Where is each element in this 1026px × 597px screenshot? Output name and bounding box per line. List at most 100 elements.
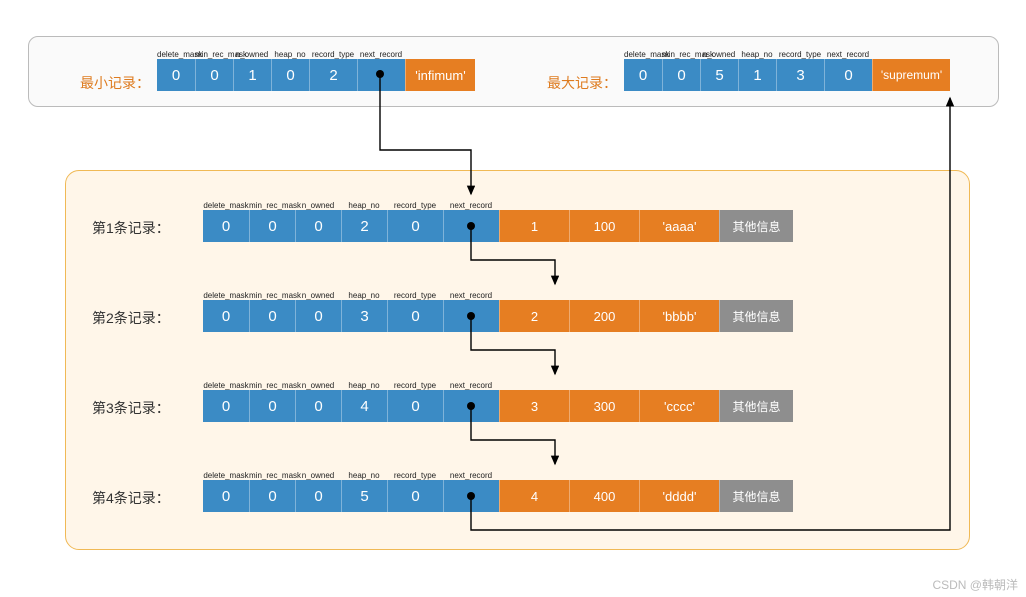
row4-hdr-2: n_owned — [295, 471, 341, 480]
row2-d0: 2 — [499, 300, 569, 332]
row2-other: 其他信息 — [719, 300, 793, 332]
row3-f5 — [443, 390, 499, 422]
row3-hdr-5: next_record — [443, 381, 499, 390]
row4-other: 其他信息 — [719, 480, 793, 512]
row3-hdr-1: min_rec_mask — [249, 381, 295, 390]
row4-hdr-4: record_type — [387, 471, 443, 480]
row1-f0: 0 — [203, 210, 249, 242]
hdr2-heap-no: heap_no — [738, 50, 776, 59]
min-header-labels: delete_mask min_rec_mask n_owned heap_no… — [157, 45, 475, 59]
row1-hdr-5: next_record — [443, 201, 499, 210]
hdr2-n-owned: n_owned — [700, 50, 738, 59]
row-block-3: delete_maskmin_rec_maskn_ownedheap_norec… — [203, 376, 793, 422]
row1-hdr-0: delete_mask — [203, 201, 249, 210]
row2-hdr-3: heap_no — [341, 291, 387, 300]
min-record-group: 最小记录： delete_mask min_rec_mask n_owned h… — [157, 45, 475, 91]
row2-f1: 0 — [249, 300, 295, 332]
row3-f0: 0 — [203, 390, 249, 422]
row4-f0: 0 — [203, 480, 249, 512]
row2-d1: 200 — [569, 300, 639, 332]
hdr-next-record: next_record — [357, 50, 405, 59]
row4-hdr-0: delete_mask — [203, 471, 249, 480]
hdr-min-rec-mask: min_rec_mask — [195, 50, 233, 59]
row-block-2: delete_maskmin_rec_maskn_ownedheap_norec… — [203, 286, 793, 332]
row2-f5 — [443, 300, 499, 332]
hdr-n-owned: n_owned — [233, 50, 271, 59]
row3-hdr-2: n_owned — [295, 381, 341, 390]
row3-hdr-0: delete_mask — [203, 381, 249, 390]
row3-hdr-4: record_type — [387, 381, 443, 390]
min-f1: 0 — [195, 59, 233, 91]
row4-f3: 5 — [341, 480, 387, 512]
hdr-record-type: record_type — [309, 50, 357, 59]
min-f2: 1 — [233, 59, 271, 91]
row-label-2: 第2条记录： — [92, 308, 170, 328]
row3-f2: 0 — [295, 390, 341, 422]
row1-f4: 0 — [387, 210, 443, 242]
max-f4: 3 — [776, 59, 824, 91]
row4-d2: 'dddd' — [639, 480, 719, 512]
row2-f4: 0 — [387, 300, 443, 332]
row3-f1: 0 — [249, 390, 295, 422]
row1-hdr-4: record_type — [387, 201, 443, 210]
row1-other: 其他信息 — [719, 210, 793, 242]
row1-d1: 100 — [569, 210, 639, 242]
max-header-labels: delete_mask min_rec_mask n_owned heap_no… — [624, 45, 950, 59]
max-f3: 1 — [738, 59, 776, 91]
row4-hdr-3: heap_no — [341, 471, 387, 480]
min-f0: 0 — [157, 59, 195, 91]
row-block-4: delete_maskmin_rec_maskn_ownedheap_norec… — [203, 466, 793, 512]
max-f1: 0 — [662, 59, 700, 91]
row3-other: 其他信息 — [719, 390, 793, 422]
row1-d0: 1 — [499, 210, 569, 242]
row2-f3: 3 — [341, 300, 387, 332]
row2-f2: 0 — [295, 300, 341, 332]
row2-hdr-0: delete_mask — [203, 291, 249, 300]
row1-d2: 'aaaa' — [639, 210, 719, 242]
row-label-3: 第3条记录： — [92, 398, 170, 418]
row3-f3: 4 — [341, 390, 387, 422]
min-f4: 2 — [309, 59, 357, 91]
row-label-1: 第1条记录： — [92, 218, 170, 238]
hdr2-delete-mask: delete_mask — [624, 50, 662, 59]
min-f3: 0 — [271, 59, 309, 91]
row2-f0: 0 — [203, 300, 249, 332]
row4-hdr-5: next_record — [443, 471, 499, 480]
max-f0: 0 — [624, 59, 662, 91]
hdr2-record-type: record_type — [776, 50, 824, 59]
top-panel: 最小记录： delete_mask min_rec_mask n_owned h… — [28, 36, 999, 107]
row1-f2: 0 — [295, 210, 341, 242]
max-tag: 'supremum' — [872, 59, 950, 91]
min-cells: 0 0 1 0 2 'infimum' — [157, 59, 475, 91]
row1-f1: 0 — [249, 210, 295, 242]
max-record-group: 最大记录： delete_mask min_rec_mask n_owned h… — [624, 45, 950, 91]
min-tag: 'infimum' — [405, 59, 475, 91]
row1-hdr-3: heap_no — [341, 201, 387, 210]
row4-f5 — [443, 480, 499, 512]
row3-d0: 3 — [499, 390, 569, 422]
row4-f1: 0 — [249, 480, 295, 512]
row4-d1: 400 — [569, 480, 639, 512]
row-block-1: delete_maskmin_rec_maskn_ownedheap_norec… — [203, 196, 793, 242]
row3-f4: 0 — [387, 390, 443, 422]
hdr2-min-rec-mask: min_rec_mask — [662, 50, 700, 59]
row3-d1: 300 — [569, 390, 639, 422]
row4-f4: 0 — [387, 480, 443, 512]
row2-hdr-4: record_type — [387, 291, 443, 300]
row4-hdr-1: min_rec_mask — [249, 471, 295, 480]
watermark: CSDN @韩朝洋 — [932, 576, 1018, 593]
row1-hdr-2: n_owned — [295, 201, 341, 210]
max-f2: 5 — [700, 59, 738, 91]
row2-d2: 'bbbb' — [639, 300, 719, 332]
min-record-title: 最小记录： — [60, 73, 150, 93]
max-f5: 0 — [824, 59, 872, 91]
row4-d0: 4 — [499, 480, 569, 512]
row3-hdr-3: heap_no — [341, 381, 387, 390]
row2-hdr-2: n_owned — [295, 291, 341, 300]
hdr2-next-record: next_record — [824, 50, 872, 59]
min-f5 — [357, 59, 405, 91]
row1-f3: 2 — [341, 210, 387, 242]
row4-f2: 0 — [295, 480, 341, 512]
max-cells: 0 0 5 1 3 0 'supremum' — [624, 59, 950, 91]
row1-hdr-1: min_rec_mask — [249, 201, 295, 210]
